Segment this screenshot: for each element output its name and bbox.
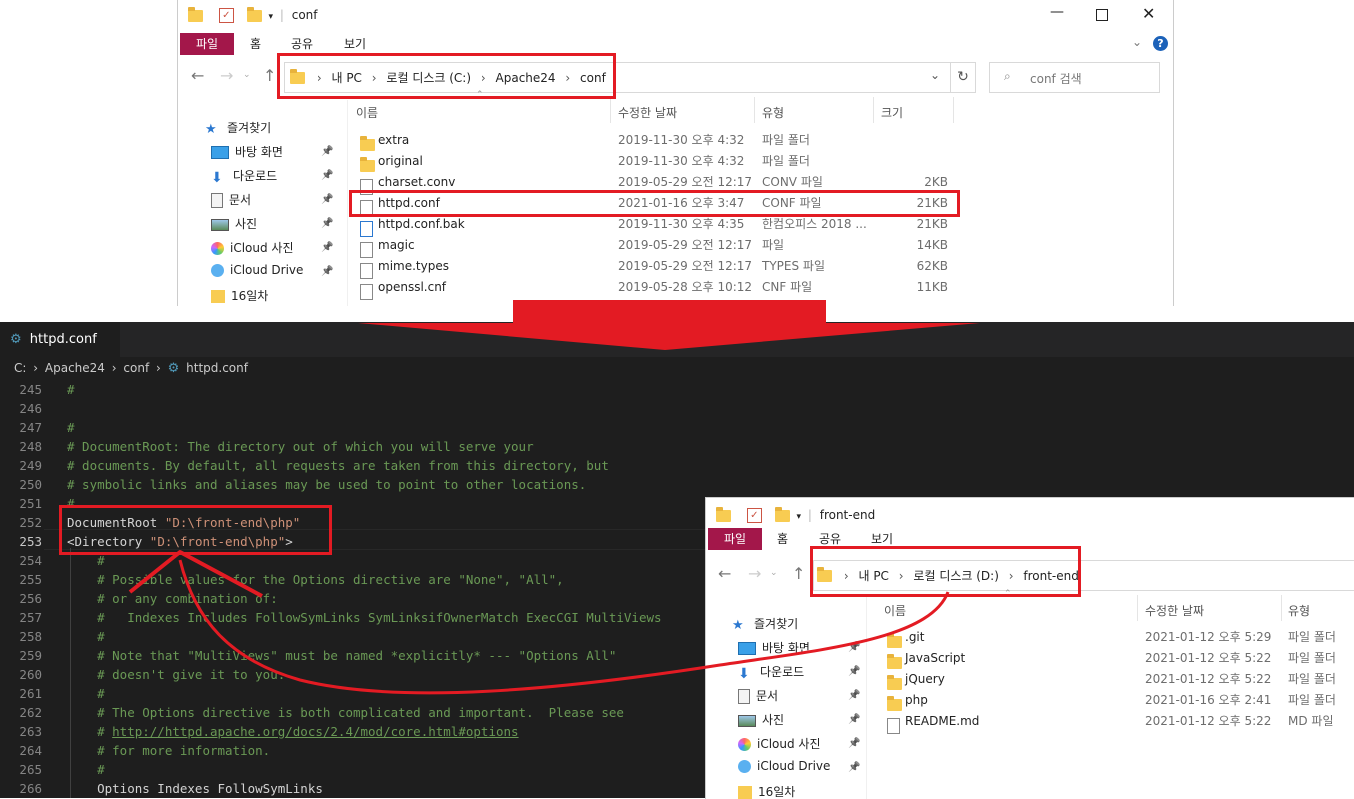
curved-arrow (178, 559, 950, 695)
curved-arrow-head (128, 550, 263, 598)
big-down-arrow (358, 300, 980, 350)
annotation-arrows (128, 300, 980, 695)
